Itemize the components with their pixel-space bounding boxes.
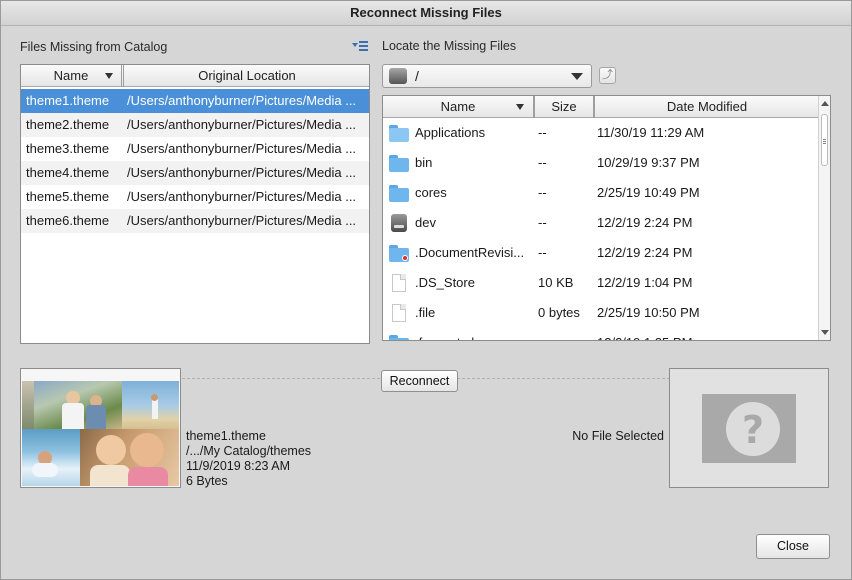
path-value: / xyxy=(415,68,419,84)
file-size: -- xyxy=(538,328,594,340)
file-size: -- xyxy=(538,125,547,140)
row-file-name: theme3.theme xyxy=(26,141,110,156)
file-size: -- xyxy=(538,245,547,260)
table-row[interactable]: theme1.theme/Users/anthonyburner/Picture… xyxy=(21,89,369,113)
row-original-location: /Users/anthonyburner/Pictures/Media ... xyxy=(127,117,357,132)
folder-icon xyxy=(389,124,409,142)
file-size: 10 KB xyxy=(538,275,574,290)
row-original-location: /Users/anthonyburner/Pictures/Media ... xyxy=(127,141,357,156)
file-date-modified: 12/2/19 1:35 PM xyxy=(597,328,797,340)
file-name: .file xyxy=(415,305,436,320)
file-size: -- xyxy=(538,185,547,200)
row-original-location: /Users/anthonyburner/Pictures/Media ... xyxy=(127,165,357,180)
dialog-title: Reconnect Missing Files xyxy=(0,0,852,26)
folder-icon xyxy=(389,154,409,172)
document-icon xyxy=(389,304,409,322)
file-thumbnail xyxy=(20,368,181,488)
file-size: -- xyxy=(538,155,547,170)
file-row[interactable]: cores -- 2/25/19 10:49 PM xyxy=(383,178,816,208)
file-row[interactable]: dev -- 12/2/19 2:24 PM xyxy=(383,208,816,238)
file-size: 0 bytes xyxy=(538,305,580,320)
reconnect-button[interactable]: Reconnect xyxy=(381,370,458,392)
folder-up-icon: ⤴ xyxy=(602,69,613,81)
row-original-location: /Users/anthonyburner/Pictures/Media ... xyxy=(127,189,357,204)
column-header-size[interactable]: Size xyxy=(534,96,594,118)
file-date-modified: 12/2/19 2:24 PM xyxy=(597,245,693,260)
drive-icon xyxy=(389,214,409,232)
file-name: Applications xyxy=(415,125,486,140)
file-name: .DocumentRevisi... xyxy=(415,245,525,260)
scroll-up-icon[interactable] xyxy=(821,101,829,106)
column-header-name[interactable]: Name xyxy=(21,65,122,87)
file-row[interactable]: Applications -- 11/30/19 11:29 AM xyxy=(383,118,816,148)
file-row[interactable]: .DS_Store 10 KB 12/2/19 1:04 PM xyxy=(383,268,816,298)
missing-files-table[interactable]: Name Original Location theme1.theme/User… xyxy=(20,64,370,344)
selected-file-preview: ? xyxy=(669,368,829,488)
file-browser-table[interactable]: Name Size Date Modified Applications -- 11… xyxy=(382,95,831,341)
question-mark-icon: ? xyxy=(726,402,780,456)
row-original-location: /Users/anthonyburner/Pictures/Media ... xyxy=(127,93,357,108)
file-row[interactable]: .DocumentRevisi... -- 12/2/19 2:24 PM xyxy=(383,238,816,268)
parent-folder-button[interactable]: ⤴ xyxy=(599,67,616,84)
column-header-name[interactable]: Name xyxy=(383,96,534,118)
file-name: bin xyxy=(415,155,433,170)
file-name: .fseventsd xyxy=(415,328,529,340)
file-date-modified: 2/25/19 10:49 PM xyxy=(597,185,700,200)
column-header-location[interactable]: Original Location xyxy=(123,65,369,87)
table-row[interactable]: theme5.theme/Users/anthonyburner/Picture… xyxy=(21,185,369,209)
table-header: Name Original Location xyxy=(21,65,369,87)
browser-header: Name Size Date Modified xyxy=(383,96,818,118)
file-row[interactable]: .file 0 bytes 2/25/19 10:50 PM xyxy=(383,298,816,328)
scrollbar-thumb[interactable] xyxy=(821,114,828,166)
no-file-selected-label: No File Selected xyxy=(572,429,664,443)
preview-file-path: /.../My Catalog/themes xyxy=(186,444,312,458)
folder-restricted-icon xyxy=(389,244,409,262)
row-file-name: theme5.theme xyxy=(26,189,110,204)
table-row[interactable]: theme4.theme/Users/anthonyburner/Picture… xyxy=(21,161,369,185)
locate-files-label: Locate the Missing Files xyxy=(382,39,517,53)
scroll-down-icon[interactable] xyxy=(821,330,829,335)
file-date-modified: 10/29/19 9:37 PM xyxy=(597,155,700,170)
row-file-name: theme1.theme xyxy=(26,93,110,108)
file-date-modified: 11/30/19 11:29 AM xyxy=(597,125,705,140)
file-row[interactable]: .fseventsd --12/2/19 1:35 PM xyxy=(383,328,816,340)
file-name: cores xyxy=(415,185,447,200)
vertical-scrollbar[interactable] xyxy=(818,96,830,340)
row-file-name: theme4.theme xyxy=(26,165,110,180)
file-date-modified: 12/2/19 1:04 PM xyxy=(597,275,693,290)
sort-desc-icon xyxy=(105,73,113,79)
document-icon xyxy=(389,274,409,292)
close-button[interactable]: Close xyxy=(756,534,830,559)
table-row[interactable]: theme2.theme/Users/anthonyburner/Picture… xyxy=(21,113,369,137)
file-date-modified: 12/2/19 2:24 PM xyxy=(597,215,693,230)
options-menu-icon[interactable] xyxy=(352,40,368,52)
chevron-down-icon xyxy=(571,73,583,80)
folder-icon xyxy=(389,184,409,202)
folder-icon xyxy=(389,334,409,340)
table-row[interactable]: theme6.theme/Users/anthonyburner/Picture… xyxy=(21,209,369,233)
table-row[interactable]: theme3.theme/Users/anthonyburner/Picture… xyxy=(21,137,369,161)
row-file-name: theme2.theme xyxy=(26,117,110,132)
drive-icon xyxy=(389,68,407,84)
sort-desc-icon xyxy=(516,104,524,110)
row-original-location: /Users/anthonyburner/Pictures/Media ... xyxy=(127,213,357,228)
file-name: dev xyxy=(415,215,436,230)
file-name: .DS_Store xyxy=(415,275,475,290)
column-header-date[interactable]: Date Modified xyxy=(594,96,819,118)
file-date-modified: 2/25/19 10:50 PM xyxy=(597,305,700,320)
preview-file-name: theme1.theme xyxy=(186,429,266,443)
path-dropdown[interactable]: / xyxy=(382,64,592,88)
preview-file-size: 6 Bytes xyxy=(186,474,228,488)
row-file-name: theme6.theme xyxy=(26,213,110,228)
preview-file-date: 11/9/2019 8:23 AM xyxy=(186,459,291,473)
missing-files-label: Files Missing from Catalog xyxy=(20,40,168,54)
file-size: -- xyxy=(538,215,547,230)
file-row[interactable]: bin -- 10/29/19 9:37 PM xyxy=(383,148,816,178)
